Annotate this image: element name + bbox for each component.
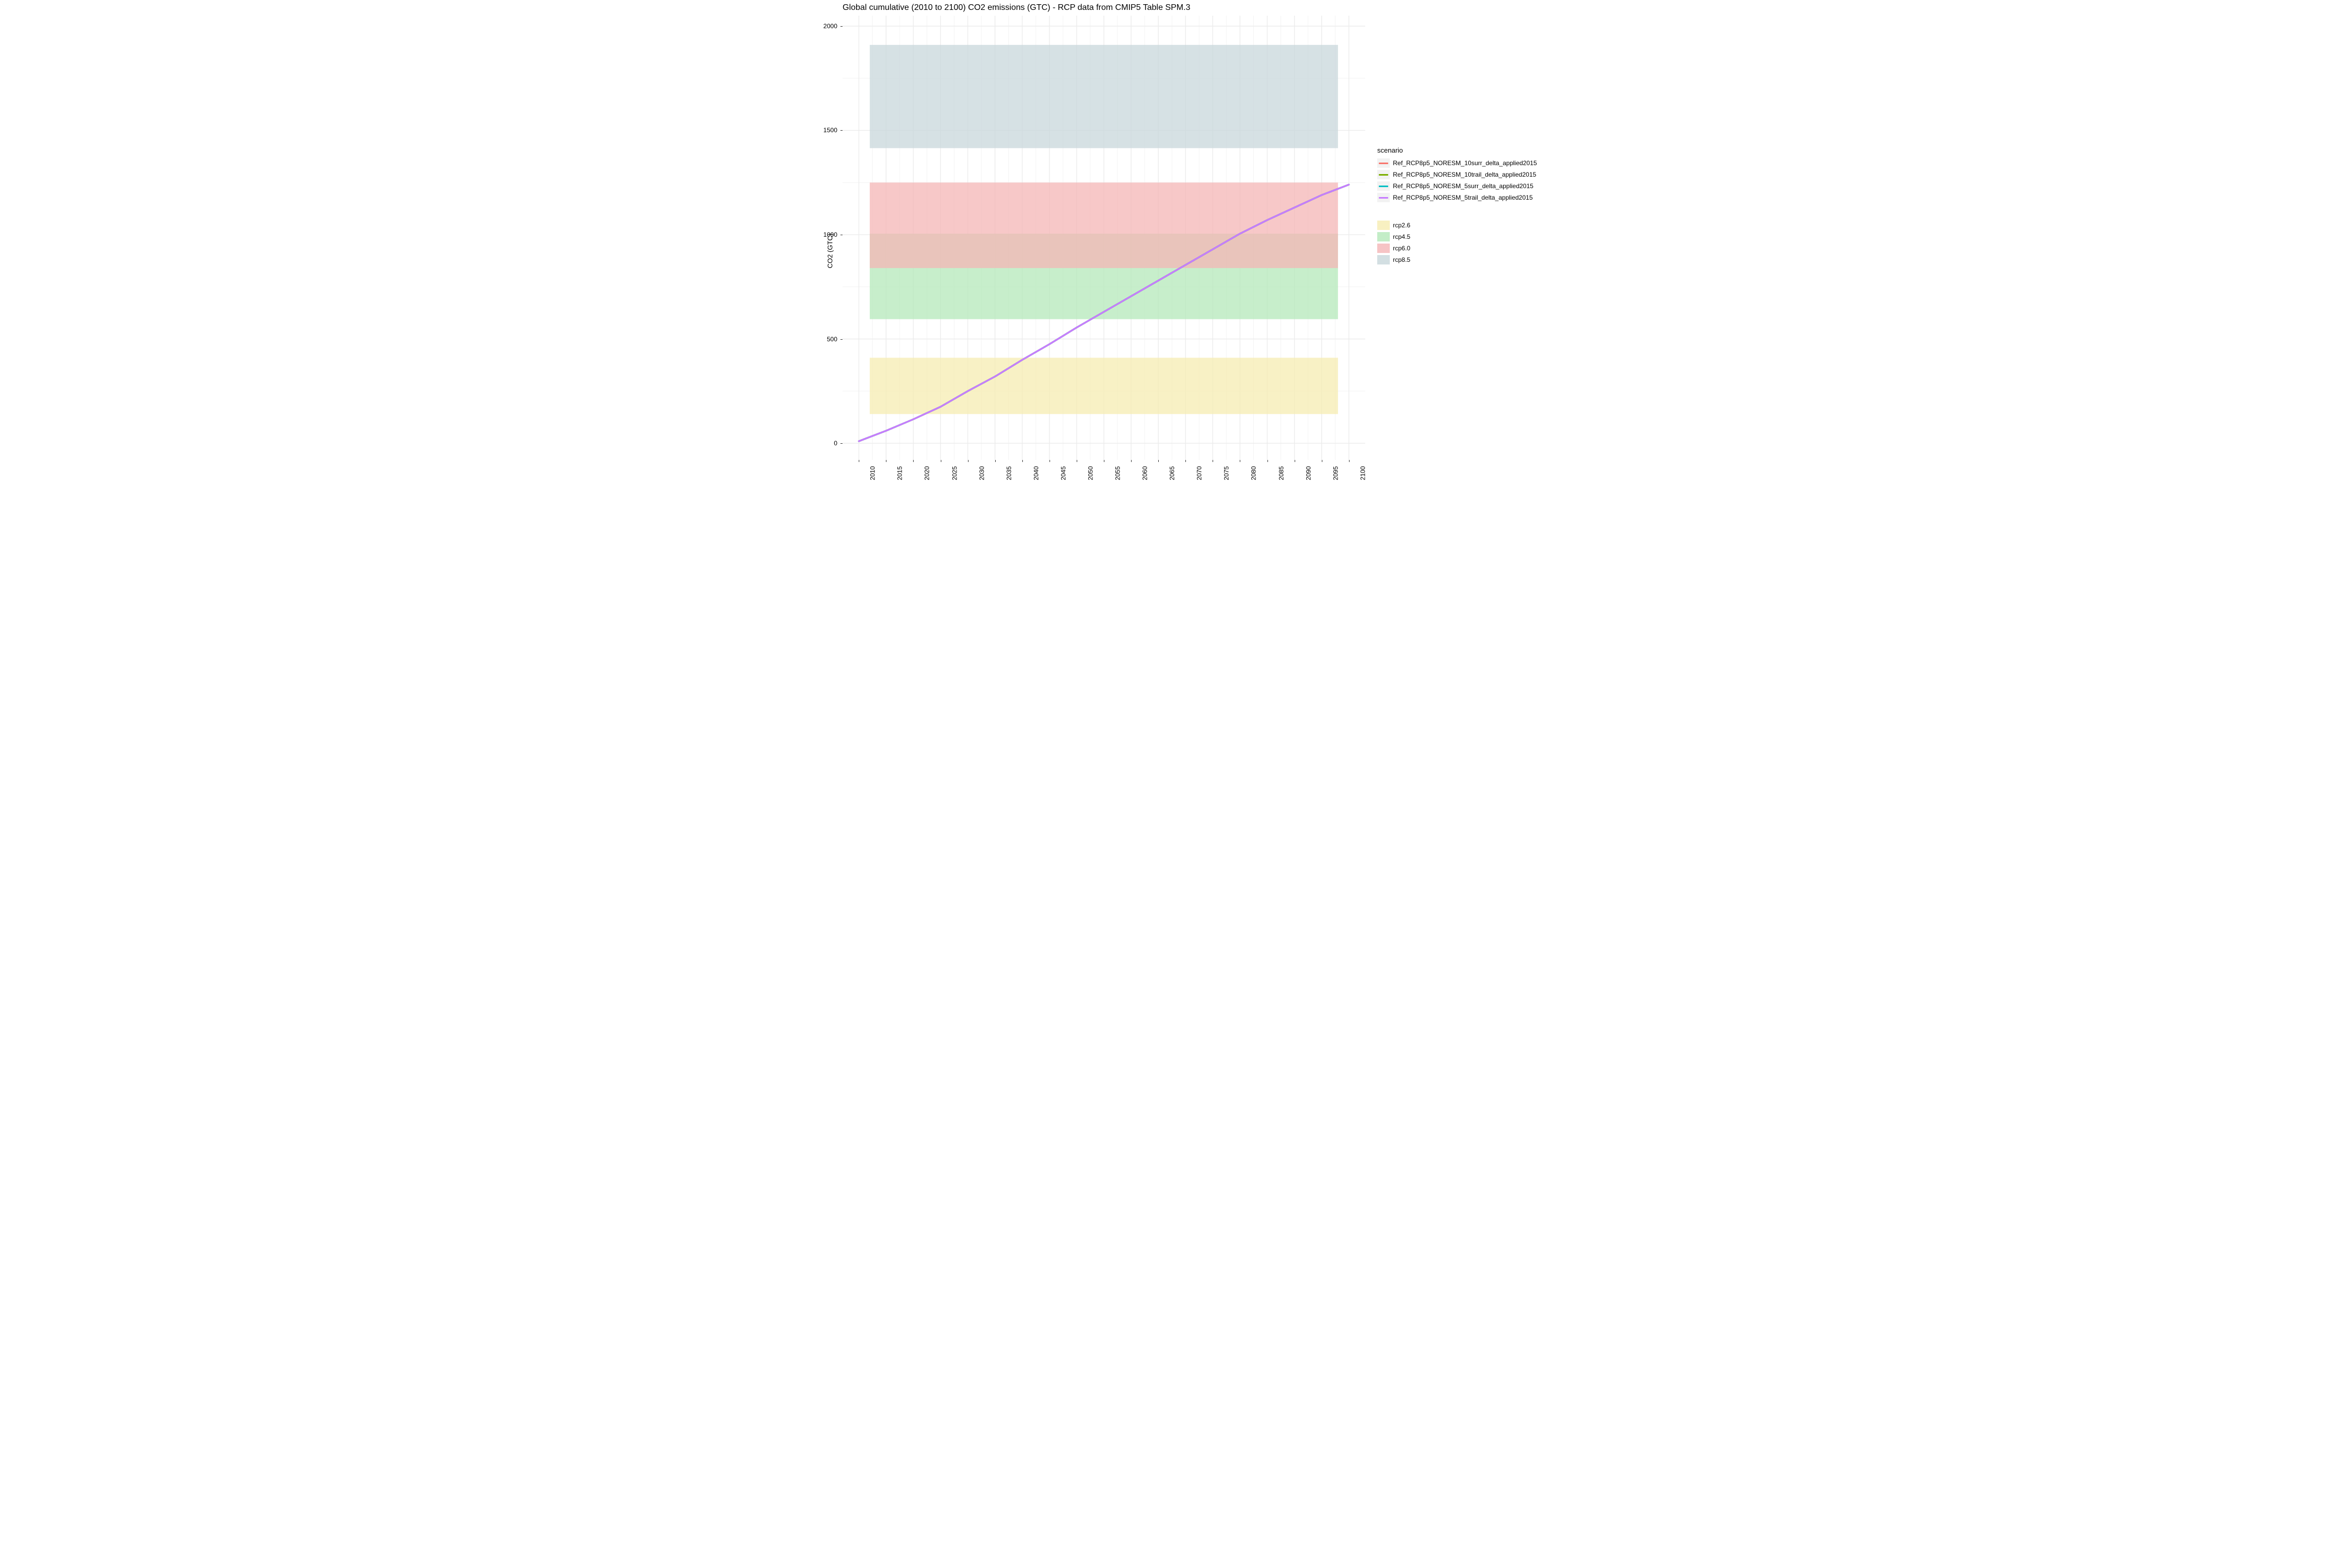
y-tick-label: 500 — [822, 336, 837, 343]
legend-scenario-item: Ref_RCP8p5_NORESM_5surr_delta_applied201… — [1377, 180, 1537, 192]
legend-fill-swatch — [1377, 232, 1390, 241]
x-tick-label: 2070 — [1196, 466, 1203, 480]
x-tick-label: 2020 — [924, 466, 931, 480]
legend-band-label: rcp8.5 — [1393, 256, 1410, 263]
legend-scenario-item: Ref_RCP8p5_NORESM_10surr_delta_applied20… — [1377, 157, 1537, 169]
x-tick-label: 2100 — [1359, 466, 1366, 480]
legend-line-swatch — [1377, 181, 1390, 191]
y-tick-label: 1500 — [822, 126, 837, 134]
x-tick-label: 2080 — [1250, 466, 1258, 480]
x-tick-label: 2050 — [1087, 466, 1094, 480]
x-tick-label: 2065 — [1169, 466, 1176, 480]
band-rcp2.6 — [870, 358, 1338, 414]
chart-title: Global cumulative (2010 to 2100) CO2 emi… — [843, 3, 1190, 13]
x-tick-label: 2060 — [1142, 466, 1149, 480]
legend-scenario-label: Ref_RCP8p5_NORESM_5surr_delta_applied201… — [1393, 182, 1534, 190]
figure: Global cumulative (2010 to 2100) CO2 emi… — [810, 0, 1542, 502]
legend-band-label: rcp2.6 — [1393, 222, 1410, 229]
legend-scenario-item: Ref_RCP8p5_NORESM_10trail_delta_applied2… — [1377, 169, 1537, 180]
x-tick-label: 2090 — [1305, 466, 1312, 480]
legend-scenario-label: Ref_RCP8p5_NORESM_10trail_delta_applied2… — [1393, 171, 1536, 178]
legend-bands: rcp2.6 rcp4.5 rcp6.0 rcp8.5 — [1377, 220, 1410, 266]
legend-band-item: rcp6.0 — [1377, 243, 1410, 254]
x-tick-label: 2075 — [1223, 466, 1230, 480]
legend-fill-swatch — [1377, 221, 1390, 230]
legend-scenario-title: scenario — [1377, 146, 1537, 154]
y-tick-label: 0 — [822, 440, 837, 447]
y-axis-label: CO2 (GTC) — [826, 234, 834, 268]
legend-band-item: rcp8.5 — [1377, 254, 1410, 266]
x-tick-label: 2025 — [951, 466, 958, 480]
plot-area — [843, 16, 1365, 460]
y-tick-label: 2000 — [822, 22, 837, 30]
legend-line-swatch — [1377, 158, 1390, 168]
legend-scenario-label: Ref_RCP8p5_NORESM_10surr_delta_applied20… — [1393, 159, 1537, 167]
x-tick-label: 2035 — [1005, 466, 1012, 480]
legend-scenario: scenario Ref_RCP8p5_NORESM_10surr_delta_… — [1377, 146, 1537, 203]
legend-line-swatch — [1377, 193, 1390, 202]
x-tick-label: 2010 — [869, 466, 877, 480]
legend-line-swatch — [1377, 170, 1390, 179]
x-tick-label: 2030 — [978, 466, 985, 480]
x-tick-label: 2055 — [1114, 466, 1122, 480]
x-tick-label: 2015 — [896, 466, 904, 480]
x-tick-label: 2095 — [1332, 466, 1339, 480]
legend-scenario-label: Ref_RCP8p5_NORESM_5trail_delta_applied20… — [1393, 194, 1533, 201]
legend-band-item: rcp2.6 — [1377, 220, 1410, 231]
legend-fill-swatch — [1377, 244, 1390, 253]
x-tick-label: 2045 — [1060, 466, 1067, 480]
legend-band-item: rcp4.5 — [1377, 231, 1410, 243]
legend-band-label: rcp4.5 — [1393, 233, 1410, 240]
legend-fill-swatch — [1377, 255, 1390, 264]
x-tick-label: 2040 — [1032, 466, 1040, 480]
legend-band-label: rcp6.0 — [1393, 245, 1410, 252]
band-rcp6.0 — [870, 182, 1338, 268]
band-rcp8.5 — [870, 45, 1338, 148]
y-tick-label: 1000 — [822, 231, 837, 238]
x-tick-label: 2085 — [1277, 466, 1285, 480]
legend-scenario-item: Ref_RCP8p5_NORESM_5trail_delta_applied20… — [1377, 192, 1537, 203]
